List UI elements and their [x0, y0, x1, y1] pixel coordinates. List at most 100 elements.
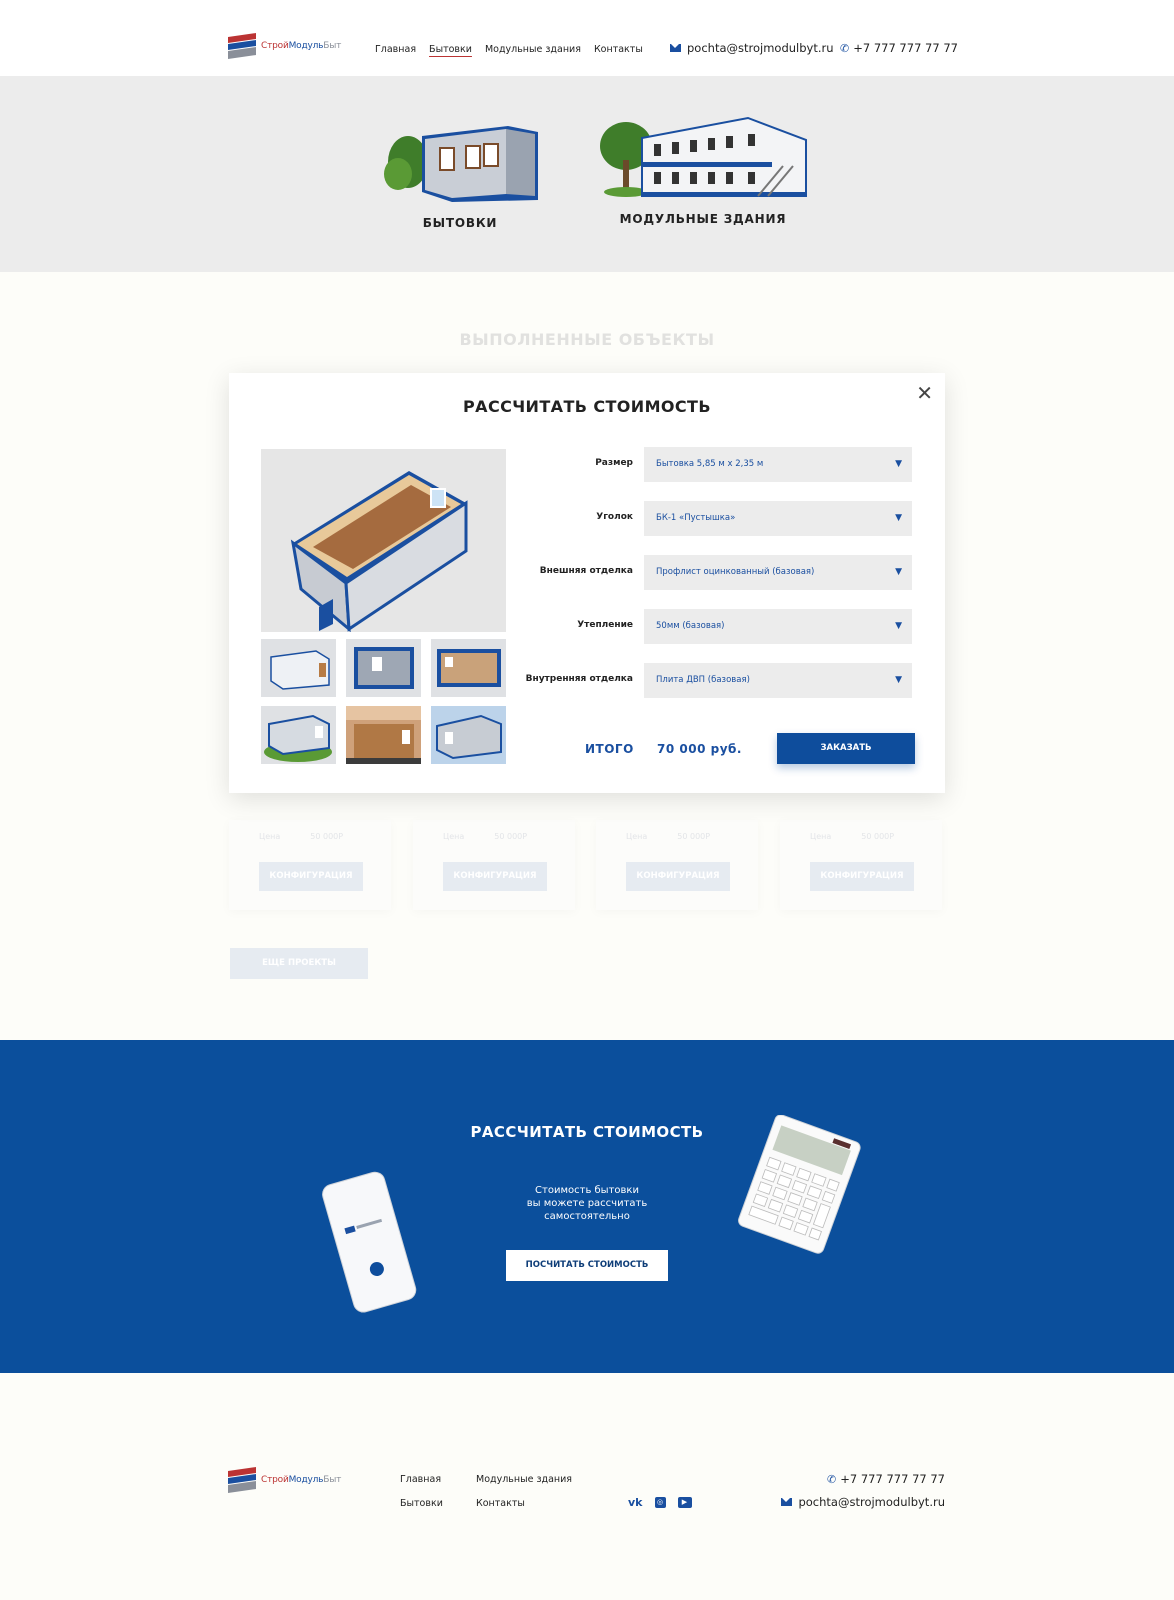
- project-card-price: Цена 50 000Р: [810, 832, 894, 841]
- price-label: Цена: [259, 832, 281, 841]
- nav-item-contacts[interactable]: Контакты: [594, 44, 643, 55]
- logo-text: СтройМодульБыт: [261, 1475, 341, 1485]
- thumbnail-3[interactable]: [431, 639, 506, 697]
- footer-link-home[interactable]: Главная: [400, 1474, 476, 1485]
- vk-icon[interactable]: vk: [628, 1496, 643, 1509]
- calc-section: РАССЧИТАТЬ СТОИМОСТЬ Стоимость бытовки в…: [0, 1040, 1174, 1373]
- configuration-button[interactable]: КОНФИГУРАЦИЯ: [810, 862, 914, 891]
- price-value: 50 000Р: [677, 832, 711, 841]
- cabin-image: [384, 126, 538, 202]
- price-value: 50 000Р: [310, 832, 344, 841]
- order-button[interactable]: ЗАКАЗАТЬ: [777, 733, 915, 764]
- category-band: БЫТОВКИ МОДУЛЬНЫЕ ЗДАНИЯ: [0, 76, 1174, 272]
- nav-item-modular[interactable]: Модульные здания: [485, 44, 581, 55]
- logo-part-2: Модуль: [288, 1475, 324, 1485]
- footer-phone[interactable]: ✆ +7 777 777 77 77: [827, 1472, 945, 1486]
- project-card: Цена 50 000Р КОНФИГУРАЦИЯ: [413, 820, 575, 910]
- main-nav: Главная Бытовки Модульные здания Контакт…: [375, 44, 643, 55]
- logo-mark-icon: [228, 32, 256, 60]
- category-modular[interactable]: МОДУЛЬНЫЕ ЗДАНИЯ: [598, 116, 808, 226]
- dropdown-arrow-icon: ▼: [895, 459, 902, 469]
- field-size: Размер Бытовка 5,85 м х 2,35 м ▼: [519, 447, 919, 482]
- thumbnail-1[interactable]: [261, 639, 336, 697]
- more-projects-button[interactable]: ЕЩЕ ПРОЕКТЫ: [230, 948, 368, 979]
- field-label-insulation: Утепление: [577, 620, 633, 630]
- configuration-button[interactable]: КОНФИГУРАЦИЯ: [443, 862, 547, 891]
- project-card-price: Цена 50 000Р: [626, 832, 710, 841]
- youtube-icon[interactable]: ▶: [677, 1497, 692, 1508]
- thumbnail-6[interactable]: [431, 706, 506, 764]
- calc-section-title: РАССЧИТАТЬ СТОИМОСТЬ: [470, 1123, 704, 1141]
- close-icon[interactable]: ✕: [916, 381, 933, 405]
- price-label: Цена: [443, 832, 465, 841]
- price-value: 50 000Р: [861, 832, 895, 841]
- phone-icon: ✆: [840, 41, 850, 55]
- header-phone-text: +7 777 777 77 77: [853, 41, 958, 55]
- thumbnail-4[interactable]: [261, 706, 336, 764]
- footer-phone-text: +7 777 777 77 77: [840, 1472, 945, 1486]
- instagram-icon[interactable]: ◎: [654, 1497, 666, 1508]
- project-card: Цена 50 000Р КОНФИГУРАЦИЯ: [780, 820, 942, 910]
- interior-select[interactable]: Плита ДВП (базовая) ▼: [644, 663, 912, 698]
- logo-mark-icon: [228, 1466, 256, 1494]
- field-corner: Уголок БК-1 «Пустышка» ▼: [519, 501, 919, 536]
- project-card-price: Цена 50 000Р: [443, 832, 527, 841]
- nav-item-home[interactable]: Главная: [375, 44, 416, 55]
- calc-text-line-2: вы можете рассчитать: [526, 1198, 648, 1209]
- size-select[interactable]: Бытовка 5,85 м х 2,35 м ▼: [644, 447, 912, 482]
- logo-text: СтройМодульБыт: [261, 41, 341, 51]
- calculate-cost-button[interactable]: ПОСЧИТАТЬ СТОИМОСТЬ: [506, 1250, 668, 1281]
- modal-title: РАССЧИТАТЬ СТОИМОСТЬ: [463, 397, 711, 416]
- project-card: Цена 50 000Р КОНФИГУРАЦИЯ: [229, 820, 391, 910]
- header-email[interactable]: pochta@strojmodulbyt.ru: [670, 41, 834, 55]
- logo-part-2: Модуль: [288, 41, 324, 51]
- insulation-select[interactable]: 50мм (базовая) ▼: [644, 609, 912, 644]
- calc-section-text: Стоимость бытовки вы можете рассчитать с…: [0, 1184, 1174, 1223]
- price-value: 50 000Р: [494, 832, 528, 841]
- dropdown-arrow-icon: ▼: [895, 513, 902, 523]
- corner-select-value: БК-1 «Пустышка»: [656, 513, 736, 523]
- calculate-cost-modal: РАССЧИТАТЬ СТОИМОСТЬ ✕ Размер Бытовка 5,…: [229, 373, 945, 793]
- logo-part-1: Строй: [261, 41, 289, 51]
- header-phone[interactable]: ✆ +7 777 777 77 77: [840, 41, 958, 55]
- mail-icon: [781, 1498, 793, 1506]
- thumbnail-5[interactable]: [346, 706, 421, 764]
- corner-select[interactable]: БК-1 «Пустышка» ▼: [644, 501, 912, 536]
- project-card-price: Цена 50 000Р: [259, 832, 343, 841]
- total-value: 70 000 руб.: [657, 742, 742, 756]
- configuration-button[interactable]: КОНФИГУРАЦИЯ: [259, 862, 363, 891]
- nav-item-cabins[interactable]: Бытовки: [429, 44, 472, 55]
- exterior-select-value: Профлист оцинкованный (базовая): [656, 567, 815, 577]
- logo-part-3: Быт: [323, 41, 342, 51]
- category-label-modular: МОДУЛЬНЫЕ ЗДАНИЯ: [619, 212, 787, 226]
- field-exterior: Внешняя отделка Профлист оцинкованный (б…: [519, 555, 919, 590]
- category-label-cabins: БЫТОВКИ: [422, 216, 498, 230]
- project-card: Цена 50 000Р КОНФИГУРАЦИЯ: [596, 820, 758, 910]
- modular-building-image: [600, 116, 807, 197]
- site-header: СтройМодульБыт Главная Бытовки Модульные…: [0, 0, 1174, 76]
- logo-part-1: Строй: [261, 1475, 289, 1485]
- footer-link-cabins[interactable]: Бытовки: [400, 1498, 476, 1509]
- field-label-corner: Уголок: [596, 512, 633, 522]
- category-cabins[interactable]: БЫТОВКИ: [380, 122, 540, 230]
- footer-logo[interactable]: СтройМодульБыт: [228, 1466, 341, 1494]
- footer-email-text: pochta@strojmodulbyt.ru: [798, 1495, 945, 1509]
- phone-icon: ✆: [827, 1472, 837, 1486]
- field-label-size: Размер: [595, 458, 633, 468]
- logo[interactable]: СтройМодульБыт: [228, 32, 341, 60]
- price-label: Цена: [810, 832, 832, 841]
- logo-part-3: Быт: [323, 1475, 342, 1485]
- dropdown-arrow-icon: ▼: [895, 621, 902, 631]
- field-insulation: Утепление 50мм (базовая) ▼: [519, 609, 919, 644]
- interior-select-value: Плита ДВП (базовая): [656, 675, 750, 685]
- configuration-button[interactable]: КОНФИГУРАЦИЯ: [626, 862, 730, 891]
- smartphone-image: [322, 1171, 417, 1313]
- thumbnail-2[interactable]: [346, 639, 421, 697]
- footer-email[interactable]: pochta@strojmodulbyt.ru: [781, 1495, 945, 1509]
- exterior-select[interactable]: Профлист оцинкованный (базовая) ▼: [644, 555, 912, 590]
- calc-text-line-1: Стоимость бытовки: [535, 1185, 639, 1196]
- field-label-interior: Внутренняя отделка: [525, 674, 633, 684]
- footer-link-modular[interactable]: Модульные здания: [476, 1474, 596, 1485]
- footer-link-contacts[interactable]: Контакты: [476, 1498, 596, 1509]
- size-select-value: Бытовка 5,85 м х 2,35 м: [656, 459, 764, 469]
